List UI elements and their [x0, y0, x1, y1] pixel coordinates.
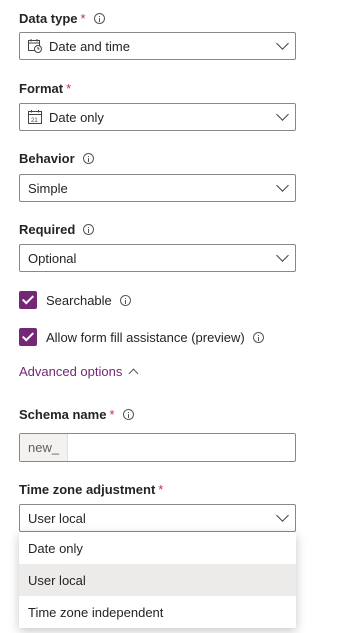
- behavior-select[interactable]: Simple: [19, 174, 296, 202]
- info-icon[interactable]: [252, 331, 264, 343]
- schema-name-input[interactable]: new_: [19, 433, 296, 462]
- info-icon[interactable]: [83, 224, 95, 235]
- behavior-label: Behavior: [19, 151, 94, 166]
- required-select[interactable]: Optional: [19, 244, 296, 272]
- behavior-label-text: Behavior: [19, 151, 75, 166]
- dropdown-option-date-only[interactable]: Date only: [19, 532, 296, 564]
- schema-name-prefix: new_: [20, 434, 69, 461]
- behavior-value: Simple: [28, 180, 68, 196]
- data-type-label: Data type *: [19, 11, 105, 26]
- info-icon[interactable]: [122, 409, 134, 420]
- advanced-options-label: Advanced options: [19, 364, 123, 379]
- chevron-up-icon: [128, 368, 139, 379]
- info-icon[interactable]: [82, 153, 94, 164]
- data-type-select[interactable]: Date and time: [19, 32, 296, 60]
- required-marker: *: [158, 482, 164, 497]
- info-icon[interactable]: [119, 294, 131, 306]
- format-label-text: Format: [19, 81, 64, 96]
- calendar-icon: 21: [28, 110, 42, 124]
- format-label: Format *: [19, 81, 71, 96]
- required-label: Required: [19, 222, 95, 237]
- chevron-down-icon: [276, 249, 289, 262]
- searchable-row: Searchable: [19, 291, 131, 309]
- chevron-down-icon: [276, 108, 289, 121]
- time-zone-dropdown: Date only User local Time zone independe…: [19, 532, 296, 628]
- schema-name-label: Schema name *: [19, 407, 134, 422]
- form-fill-row: Allow form fill assistance (preview): [19, 328, 264, 346]
- required-marker: *: [80, 11, 86, 26]
- form-fill-label: Allow form fill assistance (preview): [46, 329, 245, 345]
- required-value: Optional: [28, 250, 77, 266]
- format-value: Date only: [49, 109, 104, 125]
- time-zone-value: User local: [28, 510, 86, 526]
- schema-name-label-text: Schema name: [19, 407, 107, 422]
- required-marker: *: [66, 81, 72, 96]
- data-type-label-text: Data type: [19, 11, 78, 26]
- data-type-value: Date and time: [49, 38, 130, 54]
- chevron-down-icon: [276, 509, 289, 522]
- format-select[interactable]: 21 Date only: [19, 103, 296, 131]
- time-zone-label: Time zone adjustment *: [19, 482, 163, 497]
- searchable-checkbox[interactable]: [19, 291, 37, 309]
- time-zone-label-text: Time zone adjustment: [19, 482, 156, 497]
- chevron-down-icon: [276, 37, 289, 50]
- searchable-label: Searchable: [46, 292, 112, 308]
- advanced-options-toggle[interactable]: Advanced options: [19, 364, 139, 379]
- required-label-text: Required: [19, 222, 76, 237]
- time-zone-select[interactable]: User local: [19, 504, 296, 532]
- form-fill-checkbox[interactable]: [19, 328, 37, 346]
- info-icon[interactable]: [93, 13, 105, 24]
- required-marker: *: [109, 407, 115, 422]
- dropdown-option-time-zone-independent[interactable]: Time zone independent: [19, 596, 296, 628]
- chevron-down-icon: [276, 179, 289, 192]
- dropdown-option-user-local[interactable]: User local: [19, 564, 296, 596]
- calendar-clock-icon: [28, 39, 42, 53]
- svg-text:21: 21: [31, 118, 38, 124]
